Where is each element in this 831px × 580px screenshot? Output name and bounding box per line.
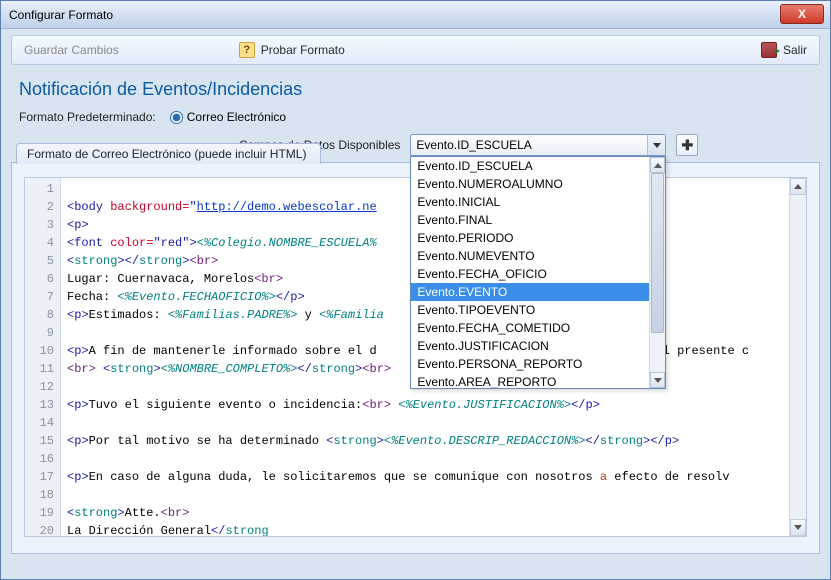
combo-value: Evento.ID_ESCUELA: [416, 138, 531, 152]
editor-scroll-down[interactable]: [790, 519, 806, 536]
dropdown-item[interactable]: Evento.FECHA_OFICIO: [411, 265, 649, 283]
dropdown-item[interactable]: Evento.TIPOEVENTO: [411, 301, 649, 319]
scroll-down-button[interactable]: [650, 372, 665, 388]
dropdown-item[interactable]: Evento.INICIAL: [411, 193, 649, 211]
dropdown-item[interactable]: Evento.FINAL: [411, 211, 649, 229]
exit-icon: [761, 42, 777, 58]
scroll-up-button[interactable]: [650, 157, 665, 173]
radio-email-input[interactable]: [170, 111, 183, 124]
add-field-button[interactable]: ✚: [676, 134, 698, 156]
help-icon: ?: [239, 42, 255, 58]
dropdown-item[interactable]: Evento.ID_ESCUELA: [411, 157, 649, 175]
editor-scrollbar[interactable]: [789, 178, 806, 536]
editor-scroll-up[interactable]: [790, 178, 806, 195]
page-title: Notificación de Eventos/Incidencias: [19, 79, 812, 100]
close-button[interactable]: X: [780, 4, 824, 24]
dropdown-item[interactable]: Evento.EVENTO: [411, 283, 649, 301]
dropdown-item[interactable]: Evento.PERSONA_REPORTO: [411, 355, 649, 373]
window-title: Configurar Formato: [5, 8, 113, 22]
exit-button[interactable]: Salir: [761, 42, 807, 58]
format-label: Formato Predeterminado:: [19, 110, 156, 124]
fields-combo[interactable]: Evento.ID_ESCUELA: [410, 134, 666, 156]
dropdown-item[interactable]: Evento.JUSTIFICACION: [411, 337, 649, 355]
chevron-down-icon[interactable]: [647, 135, 665, 155]
toolbar: Guardar Cambios ? Probar Formato Salir: [11, 35, 820, 65]
save-button[interactable]: Guardar Cambios: [24, 43, 119, 57]
radio-email[interactable]: Correo Electrónico: [170, 110, 286, 124]
test-format-button[interactable]: ? Probar Formato: [239, 42, 345, 58]
dropdown-item[interactable]: Evento.PERIODO: [411, 229, 649, 247]
dropdown-item[interactable]: Evento.NUMEVENTO: [411, 247, 649, 265]
dropdown-item[interactable]: Evento.AREA_REPORTO: [411, 373, 649, 388]
dropdown-item[interactable]: Evento.FECHA_COMETIDO: [411, 319, 649, 337]
dropdown-scrollbar[interactable]: [649, 157, 665, 388]
dropdown-item[interactable]: Evento.NUMEROALUMNO: [411, 175, 649, 193]
line-gutter: 1234567891011121314151617181920: [25, 178, 61, 536]
titlebar: Configurar Formato X: [1, 1, 830, 29]
scroll-thumb[interactable]: [651, 173, 664, 333]
tab-email-format[interactable]: Formato de Correo Electrónico (puede inc…: [16, 143, 321, 164]
fields-dropdown[interactable]: Evento.ID_ESCUELAEvento.NUMEROALUMNOEven…: [410, 156, 666, 389]
